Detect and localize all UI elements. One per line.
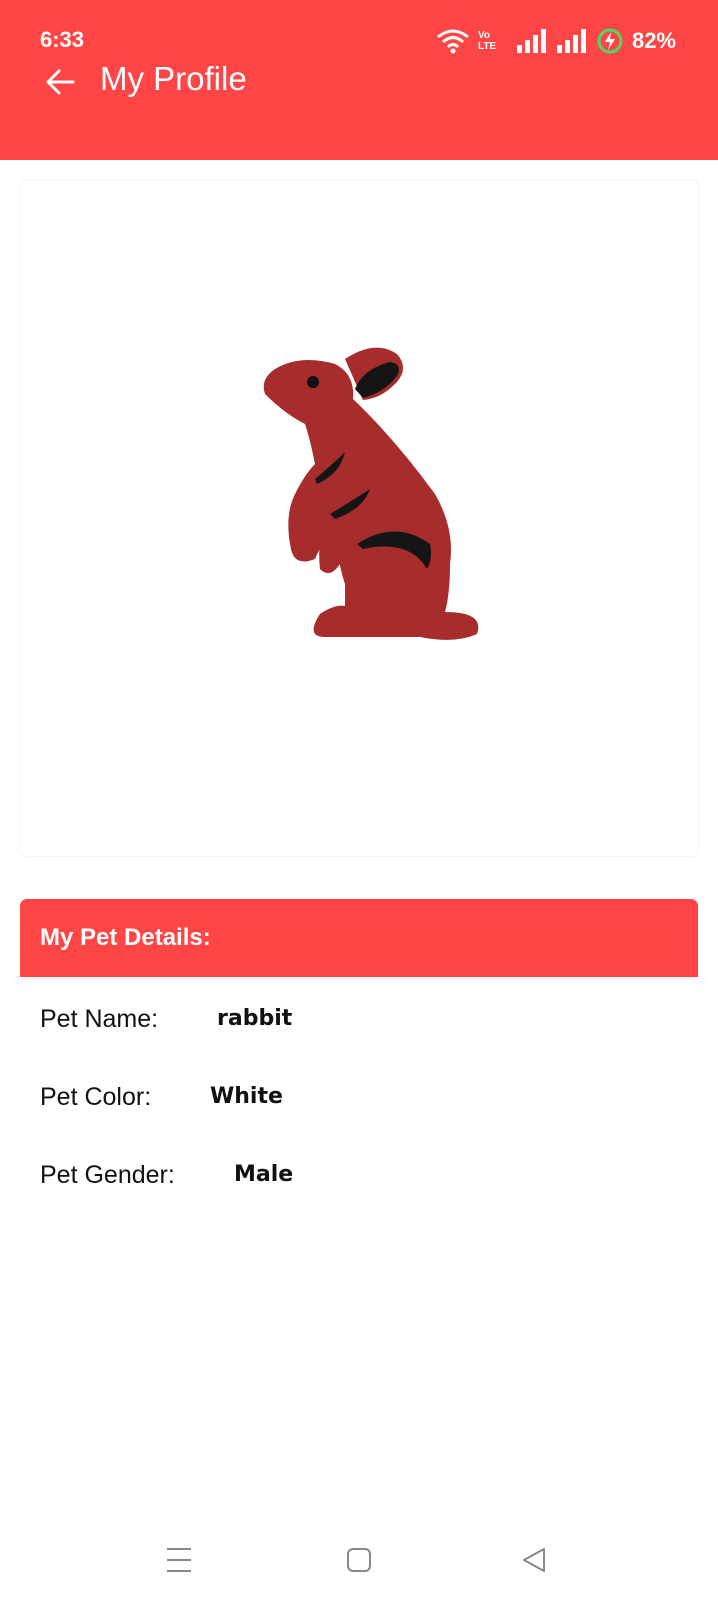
pet-gender-label: Pet Gender:	[40, 1161, 175, 1189]
pet-name-label: Pet Name:	[40, 1005, 159, 1033]
recent-apps-button[interactable]	[155, 1540, 203, 1580]
pet-photo-card[interactable]	[20, 180, 698, 856]
menu-icon	[167, 1548, 191, 1572]
pet-color-value: White	[210, 1084, 283, 1109]
status-icons: Vo LTE 82%	[436, 26, 676, 56]
signal-icon	[516, 29, 546, 53]
app-bar: 6:33 Vo LTE 82% My Profile	[0, 0, 718, 160]
home-button[interactable]	[335, 1540, 383, 1580]
volte-badge: Vo LTE	[477, 30, 497, 52]
pet-gender-row: Pet Gender: Male	[40, 1161, 293, 1190]
pet-color-label: Pet Color:	[40, 1083, 152, 1111]
back-triangle-icon	[523, 1548, 545, 1572]
wifi-icon	[437, 29, 469, 54]
status-time: 6:33	[40, 27, 85, 52]
rabbit-illustration	[263, 347, 479, 640]
system-nav-bar	[0, 1530, 718, 1599]
pet-details-header: My Pet Details:	[20, 899, 698, 977]
nav-back-button[interactable]	[510, 1540, 558, 1580]
pet-gender-value: Male	[234, 1162, 294, 1187]
home-icon	[347, 1548, 371, 1572]
arrow-left-icon	[46, 69, 75, 95]
pet-color-row: Pet Color: White	[40, 1083, 283, 1112]
signal-icon-2	[556, 29, 586, 53]
battery-charging-icon	[597, 28, 623, 54]
page-title: My Profile	[100, 60, 247, 97]
pet-details-title: My Pet Details:	[40, 924, 211, 951]
pet-name-row: Pet Name: rabbit	[40, 1005, 292, 1034]
battery-percent: 82%	[631, 28, 676, 53]
pet-name-value: rabbit	[217, 1006, 293, 1031]
back-button[interactable]	[40, 62, 80, 102]
